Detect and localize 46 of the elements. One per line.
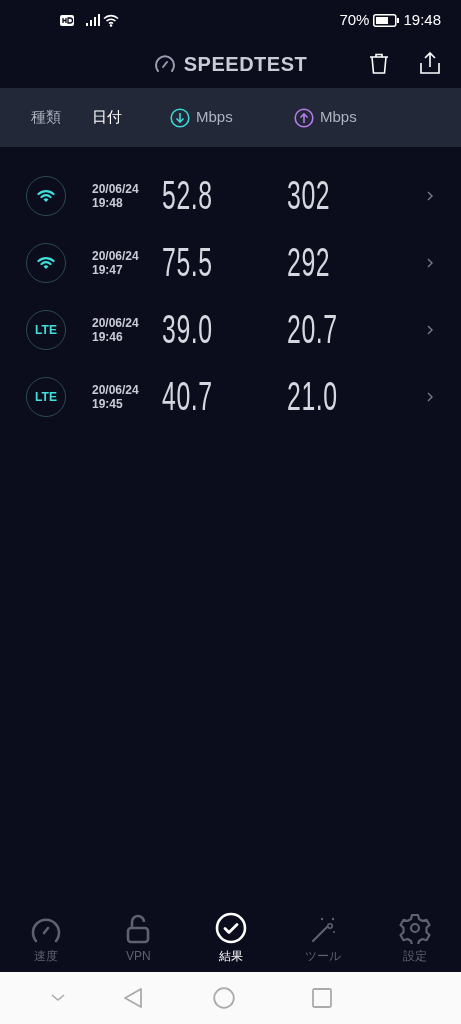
hd-icon	[60, 14, 74, 26]
upload-speed: 302	[287, 175, 331, 215]
settings-icon	[398, 912, 431, 944]
magic-wand-icon	[309, 916, 336, 944]
download-speed: 75.5	[162, 242, 213, 282]
result-row[interactable]: LTE 20/06/24 19:45 40.7 21.0	[0, 363, 461, 430]
result-time: 19:48	[92, 195, 124, 210]
column-header[interactable]: 種類	[31, 106, 92, 129]
home-icon[interactable]	[213, 987, 235, 1009]
chevron-right-icon	[427, 257, 433, 268]
gauge-icon	[30, 916, 63, 944]
battery-icon	[373, 13, 400, 27]
chevron-right-icon	[427, 324, 433, 335]
signal-icon	[86, 14, 101, 26]
result-row[interactable]: 20/06/24 19:48 52.8 302	[0, 162, 461, 229]
download-speed: 39.0	[162, 309, 213, 349]
column-header[interactable]: Mbps	[170, 106, 294, 129]
battery-percent: 70%	[339, 9, 370, 30]
back-icon[interactable]	[123, 987, 143, 1009]
upload-speed: 292	[287, 242, 331, 282]
result-row[interactable]: LTE 20/06/24 19:46 39.0 20.7	[0, 296, 461, 363]
padlock-icon	[126, 914, 151, 944]
wifi-icon	[103, 13, 119, 27]
download-speed: 52.8	[162, 175, 213, 215]
upload-speed: 21.0	[287, 376, 338, 416]
result-date: 20/06/24	[92, 315, 140, 330]
gauge-icon	[153, 54, 176, 74]
chevron-down-icon[interactable]	[50, 993, 66, 1003]
upload-speed: 20.7	[287, 309, 338, 349]
result-time: 19:45	[92, 396, 124, 411]
app-title: SPEEDTEST	[183, 52, 308, 77]
result-date: 20/06/24	[92, 248, 140, 263]
result-date: 20/06/24	[92, 181, 140, 196]
clock: 19:48	[403, 9, 441, 30]
checkmark-circle-icon	[214, 912, 247, 944]
nav-tab[interactable]: 結果	[184, 910, 277, 965]
result-time: 19:47	[92, 262, 124, 277]
chevron-right-icon	[427, 190, 433, 201]
recents-icon[interactable]	[312, 988, 332, 1008]
result-date: 20/06/24	[92, 382, 140, 397]
download-speed: 40.7	[162, 376, 213, 416]
column-header[interactable]: Mbps	[294, 106, 418, 129]
result-time: 19:46	[92, 329, 124, 344]
column-header[interactable]: 日付	[92, 106, 170, 129]
result-row[interactable]: 20/06/24 19:47 75.5 292	[0, 229, 461, 296]
chevron-right-icon	[427, 391, 433, 402]
